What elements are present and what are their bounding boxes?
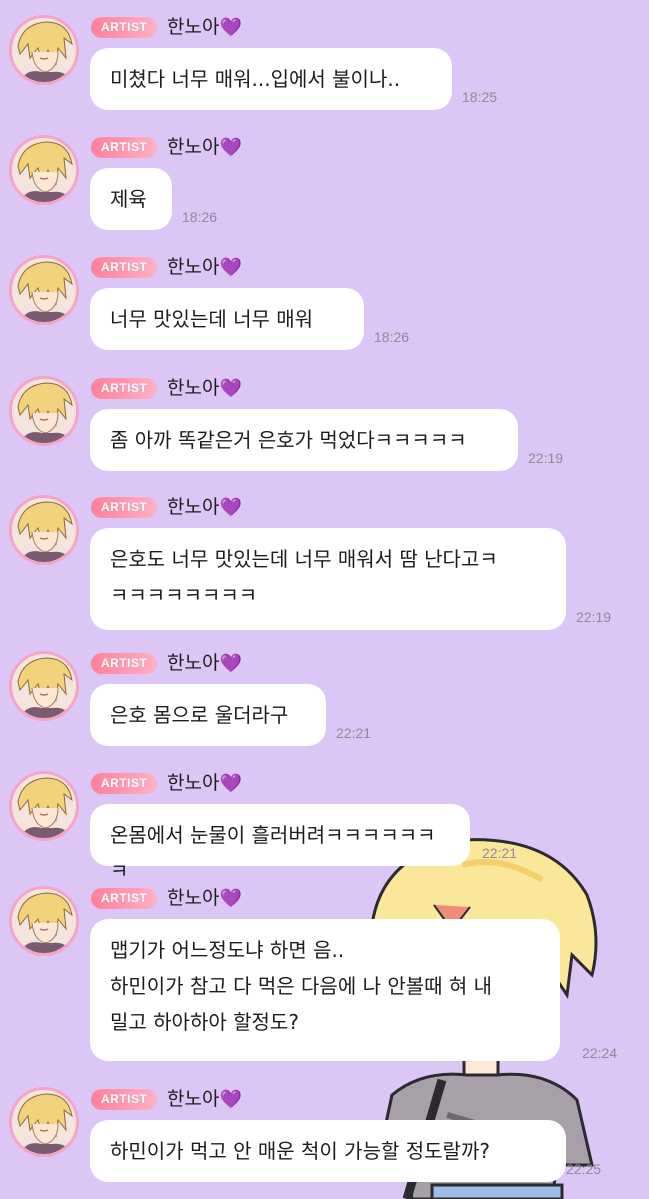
artist-badge: ARTIST (91, 773, 158, 794)
avatar[interactable] (9, 376, 79, 446)
sender-name-text: 한노아 (167, 496, 220, 518)
message-bubble[interactable]: 은호도 너무 맛있는데 너무 매워서 땀 난다고ㅋ ㅋㅋㅋㅋㅋㅋㅋㅋ (90, 528, 566, 630)
message-item: ARTIST 한노아💜 은호 몸으로 울더라구 22:21 (0, 638, 649, 760)
message-timestamp: 22:19 (576, 609, 612, 625)
avatar[interactable] (9, 495, 79, 565)
message-timestamp: 22:21 (482, 845, 518, 861)
purple-heart-icon: 💜 (219, 497, 242, 518)
artist-badge: ARTIST (91, 1089, 158, 1110)
message-bubble[interactable]: 좀 아까 똑같은거 은호가 먹었다ㅋㅋㅋㅋㅋ (90, 409, 518, 471)
message-timestamp: 22:21 (336, 725, 372, 741)
avatar[interactable] (9, 135, 79, 205)
purple-heart-icon: 💜 (219, 888, 242, 909)
purple-heart-icon: 💜 (219, 1089, 242, 1110)
purple-heart-icon: 💜 (219, 378, 242, 399)
avatar[interactable] (9, 886, 79, 956)
message-item: ARTIST 한노아💜 맵기가 어느정도냐 하면 음.. 하민이가 참고 다 먹… (0, 873, 649, 1075)
avatar[interactable] (9, 15, 79, 85)
message-bubble[interactable]: 은호 몸으로 울더라구 (90, 684, 326, 746)
message-item: ARTIST 한노아💜 너무 맛있는데 너무 매워 18:26 (0, 242, 649, 364)
artist-badge: ARTIST (91, 257, 158, 278)
message-timestamp: 18:26 (374, 329, 410, 345)
purple-heart-icon: 💜 (219, 137, 242, 158)
sender-name[interactable]: 한노아💜 (167, 254, 242, 281)
message-timestamp: 18:25 (462, 89, 498, 105)
sender-name-text: 한노아 (167, 136, 220, 158)
avatar[interactable] (9, 771, 79, 841)
purple-heart-icon: 💜 (219, 257, 242, 278)
sender-name[interactable]: 한노아💜 (167, 494, 242, 521)
message-bubble[interactable]: 제육 (90, 168, 172, 230)
sender-name[interactable]: 한노아💜 (167, 14, 242, 41)
message-bubble[interactable]: 온몸에서 눈물이 흘러버려ㅋㅋㅋㅋㅋㅋㅋ (90, 804, 470, 883)
sender-name-text: 한노아 (167, 652, 220, 674)
avatar[interactable] (9, 255, 79, 325)
message-item: ARTIST 한노아💜 은호도 너무 맛있는데 너무 매워서 땀 난다고ㅋ ㅋㅋ… (0, 482, 649, 644)
sender-name[interactable]: 한노아💜 (167, 885, 242, 912)
message-bubble[interactable]: 맵기가 어느정도냐 하면 음.. 하민이가 참고 다 먹은 다음에 나 안볼때 … (90, 919, 560, 1061)
avatar[interactable] (9, 1087, 79, 1157)
message-item: ARTIST 한노아💜 제육 18:26 (0, 122, 649, 244)
message-item: ARTIST 한노아💜 온몸에서 눈물이 흘러버려ㅋㅋㅋㅋㅋㅋㅋ 22:21 (0, 758, 649, 883)
artist-badge: ARTIST (91, 137, 158, 158)
sender-name[interactable]: 한노아💜 (167, 650, 242, 677)
artist-badge: ARTIST (91, 17, 158, 38)
message-timestamp: 18:26 (182, 209, 218, 225)
sender-name[interactable]: 한노아💜 (167, 770, 242, 797)
message-bubble[interactable]: 너무 맛있는데 너무 매워 (90, 288, 364, 350)
artist-badge: ARTIST (91, 378, 158, 399)
purple-heart-icon: 💜 (219, 653, 242, 674)
purple-heart-icon: 💜 (219, 17, 242, 38)
message-timestamp: 22:25 (566, 1161, 602, 1177)
message-bubble[interactable]: 하민이가 먹고 안 매운 척이 가능할 정도랄까? (90, 1120, 566, 1182)
artist-badge: ARTIST (91, 888, 158, 909)
sender-name[interactable]: 한노아💜 (167, 134, 242, 161)
message-timestamp: 22:19 (528, 450, 564, 466)
message-timestamp: 22:24 (582, 1045, 618, 1061)
sender-name-text: 한노아 (167, 1088, 220, 1110)
purple-heart-icon: 💜 (219, 773, 242, 794)
sender-name-text: 한노아 (167, 377, 220, 399)
sender-name[interactable]: 한노아💜 (167, 375, 242, 402)
sender-name-text: 한노아 (167, 887, 220, 909)
sender-name-text: 한노아 (167, 772, 220, 794)
sender-name-text: 한노아 (167, 16, 220, 38)
artist-badge: ARTIST (91, 653, 158, 674)
sender-name[interactable]: 한노아💜 (167, 1086, 242, 1113)
message-item: ARTIST 한노아💜 하민이가 먹고 안 매운 척이 가능할 정도랄까? 22… (0, 1074, 649, 1196)
artist-badge: ARTIST (91, 497, 158, 518)
avatar[interactable] (9, 651, 79, 721)
message-item: ARTIST 한노아💜 좀 아까 똑같은거 은호가 먹었다ㅋㅋㅋㅋㅋ 22:19 (0, 363, 649, 485)
message-item: ARTIST 한노아💜 미쳤다 너무 매워...입에서 불이나.. 18:25 (0, 2, 649, 124)
sender-name-text: 한노아 (167, 256, 220, 278)
message-bubble[interactable]: 미쳤다 너무 매워...입에서 불이나.. (90, 48, 452, 110)
